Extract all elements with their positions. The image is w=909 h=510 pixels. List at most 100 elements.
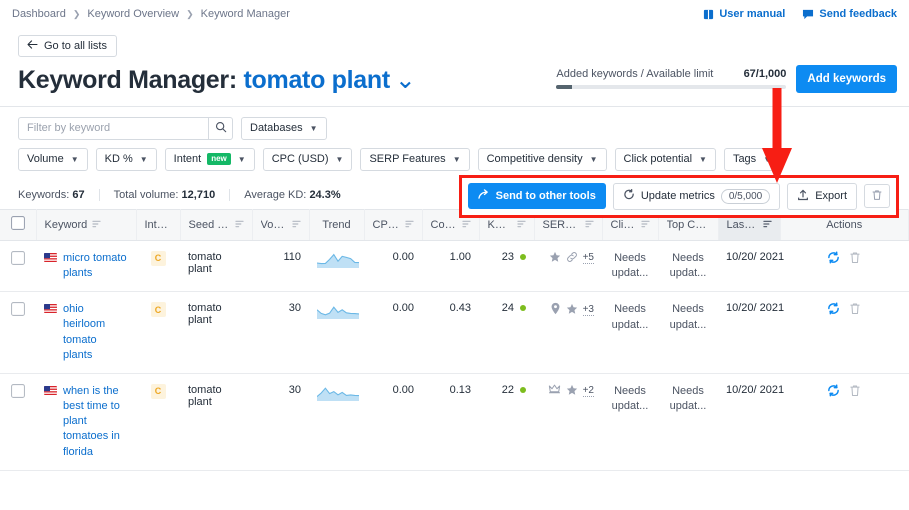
- row-keyword-cell: ohio heirloom tomato plants: [36, 291, 136, 374]
- row-serp-features-cell: +5: [534, 240, 602, 293]
- intent-badge[interactable]: C: [150, 250, 166, 266]
- filter-click-potential[interactable]: Click potential ▼: [614, 147, 716, 171]
- breadcrumb-item-keyword-manager[interactable]: Keyword Manager: [201, 8, 290, 20]
- intent-badge[interactable]: C: [150, 302, 166, 318]
- column-header-keyword[interactable]: Keyword: [36, 208, 137, 241]
- trash-icon: [871, 189, 883, 204]
- row-top-competitors-cell: Needs updat...: [658, 240, 718, 293]
- stat-average-kd: Average KD: 24.3%: [229, 189, 354, 201]
- add-keywords-button[interactable]: Add keywords: [796, 64, 897, 93]
- select-all-checkbox[interactable]: [10, 216, 25, 233]
- row-trash-icon[interactable]: [849, 384, 861, 400]
- trend-sparkline: [316, 253, 360, 271]
- map-pin-icon[interactable]: [550, 302, 561, 318]
- book-icon: [703, 9, 714, 20]
- intent-badge[interactable]: C: [150, 383, 166, 399]
- row-cpc-cell: 0.00: [364, 291, 422, 374]
- stat-keywords: Keywords: 67: [18, 189, 99, 201]
- export-label: Export: [815, 190, 847, 202]
- filter-row-primary: Databases ▼: [18, 116, 897, 140]
- sort-icon-active: [762, 219, 772, 231]
- crown-icon[interactable]: [548, 384, 561, 398]
- filter-kd[interactable]: KD % ▼: [95, 147, 157, 171]
- breadcrumb-item-dashboard[interactable]: Dashboard: [12, 8, 66, 20]
- filter-serp-features[interactable]: SERP Features ▼: [360, 147, 470, 171]
- filter-click-potential-label: Click potential: [623, 153, 693, 165]
- filter-row-secondary: Volume ▼ KD % ▼ Intent new ▼ CPC (USD) ▼…: [18, 147, 897, 171]
- send-feedback-link[interactable]: Send feedback: [802, 8, 897, 20]
- column-header-seed-keyword-label: Seed Key...: [188, 218, 230, 231]
- serp-features-more[interactable]: +3: [582, 304, 594, 317]
- filter-competitive-density[interactable]: Competitive density ▼: [477, 147, 607, 171]
- star-icon[interactable]: [566, 303, 578, 318]
- column-header-last-change-label: Last Ch...: [726, 218, 758, 231]
- row-keyword-cell: micro tomato plants: [36, 240, 136, 293]
- chevron-down-icon: ▼: [237, 154, 246, 164]
- row-actions-cell: [780, 291, 909, 374]
- row-last-change-cell: 10/20/ 2021: [718, 240, 784, 293]
- row-click-potential-cell: Needs updat...: [602, 240, 658, 293]
- column-header-keyword-label: Keyword: [44, 218, 88, 231]
- row-actions-cell: [780, 373, 909, 471]
- send-feedback-label: Send feedback: [819, 8, 897, 20]
- column-header-cpc[interactable]: CPC ...: [364, 208, 423, 241]
- star-icon[interactable]: [566, 384, 578, 399]
- filter-cpc[interactable]: CPC (USD) ▼: [262, 147, 353, 171]
- limit-progress-fill: [556, 85, 572, 89]
- breadcrumb-item-keyword-overview[interactable]: Keyword Overview: [87, 8, 179, 20]
- export-button[interactable]: Export: [787, 182, 857, 210]
- serp-features-more[interactable]: +5: [582, 252, 594, 264]
- row-com-cell: 1.00: [422, 240, 479, 293]
- column-header-intent-label: Intent: [144, 218, 172, 231]
- keyword-link[interactable]: when is the best time to plant tomatoes …: [63, 384, 128, 460]
- row-top-competitors-cell: Needs updat...: [658, 291, 718, 374]
- chevron-down-icon: ▼: [699, 154, 707, 164]
- speech-bubble-icon: [802, 9, 814, 20]
- kd-difficulty-dot: [520, 253, 526, 260]
- row-last-change-cell: 10/20/ 2021: [718, 373, 784, 471]
- keyword-list-name[interactable]: tomato plant: [244, 66, 391, 94]
- row-refresh-icon[interactable]: [827, 302, 840, 318]
- filter-bar: Databases ▼ Volume ▼ KD % ▼ Intent new ▼…: [0, 107, 909, 171]
- filter-tags[interactable]: Tags ▼: [723, 147, 781, 171]
- stat-total-volume-label: Total volume:: [113, 189, 179, 201]
- filter-competitive-density-label: Competitive density: [486, 153, 583, 165]
- row-refresh-icon[interactable]: [827, 384, 840, 400]
- chevron-down-icon[interactable]: ⌄: [395, 66, 416, 95]
- row-refresh-icon[interactable]: [827, 250, 840, 267]
- serp-features-more[interactable]: +2: [582, 385, 594, 398]
- filter-intent[interactable]: Intent new ▼: [164, 147, 255, 171]
- column-header-seed-keyword[interactable]: Seed Key...: [180, 208, 253, 241]
- share-arrow-icon: [477, 189, 490, 203]
- row-trend-cell: [309, 291, 364, 374]
- link-icon[interactable]: [566, 251, 578, 266]
- row-trash-icon[interactable]: [849, 251, 861, 267]
- search-button[interactable]: [208, 116, 233, 140]
- row-checkbox[interactable]: [11, 250, 25, 268]
- row-trash-icon[interactable]: [849, 302, 861, 318]
- user-manual-link[interactable]: User manual: [703, 8, 785, 20]
- keyword-link[interactable]: ohio heirloom tomato plants: [63, 302, 128, 363]
- delete-selected-button[interactable]: [864, 184, 890, 208]
- filter-databases[interactable]: Databases ▼: [241, 116, 327, 140]
- filter-volume[interactable]: Volume ▼: [18, 147, 88, 171]
- keyword-link[interactable]: micro tomato plants: [63, 251, 128, 281]
- column-header-top-competitors-label: Top Co...: [666, 218, 710, 231]
- row-checkbox[interactable]: [11, 302, 25, 319]
- kd-value: 24: [501, 302, 514, 315]
- update-metrics-label: Update metrics: [640, 190, 715, 202]
- top-competitors-value: Needs updat...: [669, 251, 707, 279]
- update-metrics-button[interactable]: Update metrics 0/5,000: [612, 182, 781, 210]
- column-header-volume[interactable]: Volume: [252, 208, 310, 241]
- send-to-other-tools-button[interactable]: Send to other tools: [467, 183, 606, 209]
- top-bar: Dashboard ❯ Keyword Overview ❯ Keyword M…: [0, 0, 909, 28]
- stat-keywords-label: Keywords:: [18, 189, 70, 201]
- top-competitors-value: Needs updat...: [669, 384, 707, 413]
- row-checkbox[interactable]: [11, 384, 25, 401]
- search-input[interactable]: [18, 116, 208, 140]
- trend-sparkline: [316, 306, 360, 322]
- row-kd-cell: 23: [479, 240, 534, 293]
- go-to-all-lists-button[interactable]: Go to all lists: [18, 35, 117, 57]
- sort-icon: [291, 219, 301, 231]
- star-icon[interactable]: [549, 251, 561, 266]
